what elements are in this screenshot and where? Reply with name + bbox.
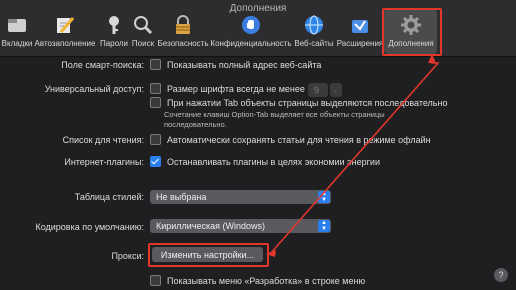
annotation-arrow bbox=[266, 54, 440, 257]
help-button[interactable]: ? bbox=[494, 268, 508, 282]
